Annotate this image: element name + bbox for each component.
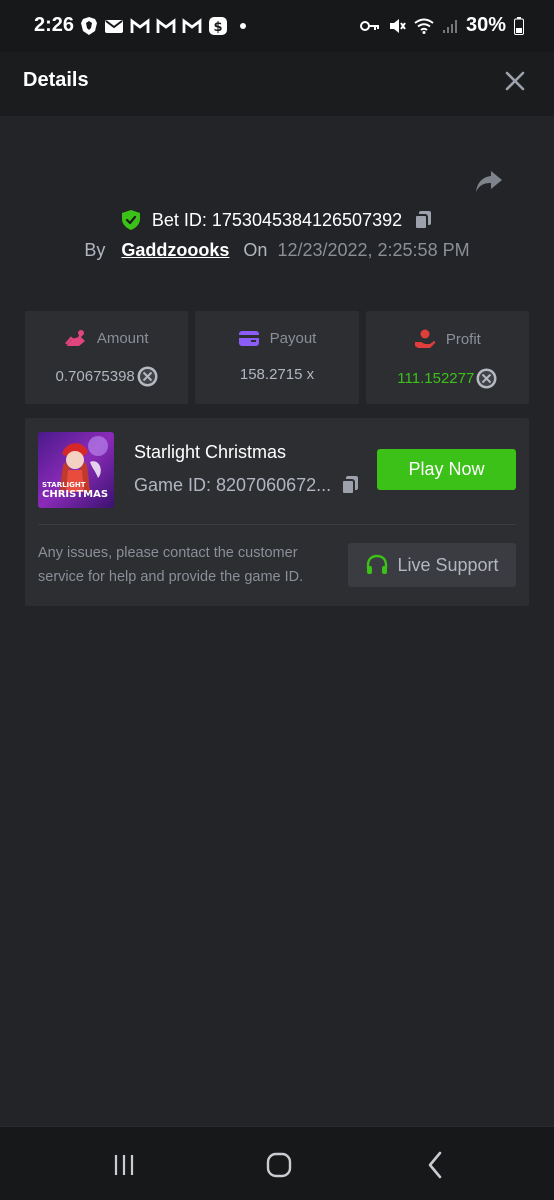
bet-meta-row: By Gaddzoooks On 12/23/2022, 2:25:58 PM [0,240,554,266]
profit-value: 111.152277 [397,370,475,387]
coin-icon [476,368,497,389]
amount-label: Amount [96,329,149,347]
profit-icon [414,329,436,348]
bet-stats: Amount 0.70675398 Payout 158.2715 x Prof… [25,311,529,404]
profit-card: Profit 111.152277 [365,311,529,404]
cash-app-icon: $ [209,17,227,35]
status-time: 2:26 [34,14,75,36]
wallet-icon [238,331,259,346]
gmail-icon [130,18,150,33]
thumb-title-line1: STARLIGHT [42,481,86,489]
bet-date: 12/23/2022, 2:25:58 PM [277,240,470,260]
amount-icon [64,330,85,346]
bet-id-row: Bet ID: 1753045384126507392 [0,206,554,234]
coin-icon [137,366,158,387]
mail-icon [105,20,123,33]
notification-icons: $ [80,16,248,36]
system-icons: 30% [359,14,524,37]
battery-icon [514,16,524,35]
bet-id: Bet ID: 1753045384126507392 [151,209,403,230]
username-link[interactable]: Gaddzoooks [121,240,229,261]
battery-percent: 30% [465,14,506,36]
profit-label: Profit [445,330,481,348]
share-icon[interactable] [474,168,504,196]
game-id-row: Game ID: 8207060672... [134,474,361,496]
game-card: STARLIGHT CHRISTMAS Starlight Christmas … [25,418,529,606]
game-id: Game ID: 8207060672... [134,474,332,495]
on-label: On [243,240,268,260]
svg-text:$: $ [213,20,222,35]
play-now-button[interactable]: Play Now [377,449,516,490]
headphones-icon [367,554,388,574]
copy-icon[interactable] [412,209,434,231]
amount-card: Amount 0.70675398 [25,311,189,404]
amount-value: 0.70675398 [55,368,135,385]
copy-icon[interactable] [339,474,361,496]
payout-card: Payout 158.2715 x [195,311,359,404]
page-title: Details [23,69,89,91]
details-header: Details [0,52,554,116]
support-message: Any issues, please contact the customer … [38,545,304,585]
game-thumbnail[interactable]: STARLIGHT CHRISTMAS [38,432,114,508]
live-support-button[interactable]: Live Support [348,543,516,587]
gmail-icon [156,18,176,33]
dot-icon [240,23,246,29]
signal-icon [442,19,457,33]
wifi-icon [414,18,434,34]
close-icon[interactable] [502,68,528,94]
status-bar: 2:26 $ 30% [0,0,554,52]
recent-apps-icon[interactable] [108,1149,140,1181]
mute-icon [389,18,406,33]
thumb-title-line2: CHRISTMAS [42,489,109,500]
android-nav-bar [0,1126,554,1200]
brave-icon [81,17,97,35]
divider [38,524,516,525]
verified-shield-icon [121,210,140,230]
game-name: Starlight Christmas [134,442,287,462]
by-label: By [84,240,106,260]
gmail-icon [182,18,202,33]
back-icon[interactable] [420,1149,452,1181]
home-icon[interactable] [263,1149,295,1181]
live-support-label: Live Support [397,554,499,575]
payout-label: Payout [269,329,317,347]
key-icon [359,20,379,31]
payout-value: 158.2715 x [239,366,315,383]
